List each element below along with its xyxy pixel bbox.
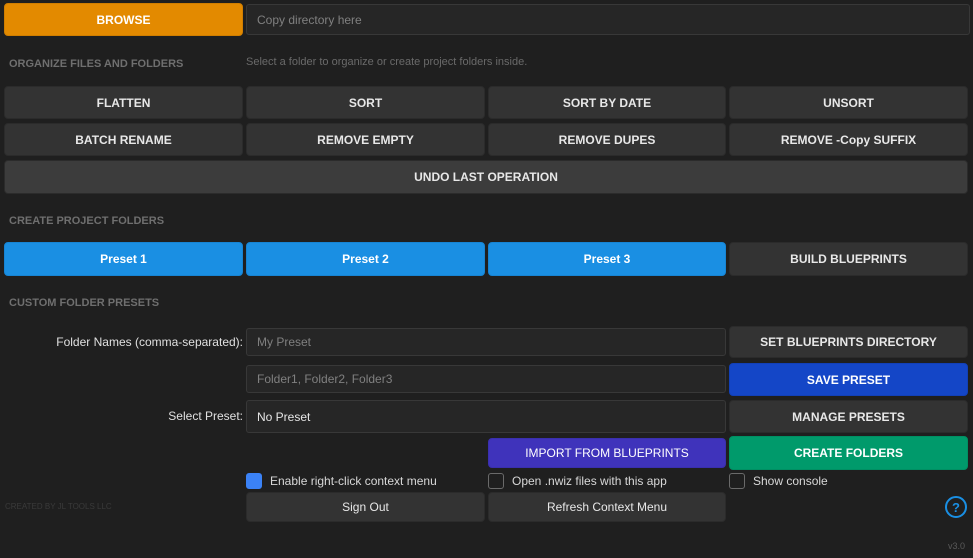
version-label: v3.0 <box>948 541 966 551</box>
preset-1-button[interactable]: Preset 1 <box>4 242 243 276</box>
folder-names-input[interactable] <box>246 365 726 393</box>
save-preset-button[interactable]: SAVE PRESET <box>729 363 968 396</box>
preset-2-button[interactable]: Preset 2 <box>246 242 485 276</box>
context-menu-checkbox[interactable] <box>246 473 262 489</box>
directory-input[interactable] <box>246 4 970 35</box>
folder-names-label: Folder Names (comma-separated): <box>56 335 243 349</box>
batch-rename-button[interactable]: BATCH RENAME <box>4 123 243 156</box>
context-menu-label: Enable right-click context menu <box>270 474 437 488</box>
sign-out-button[interactable]: Sign Out <box>246 492 485 522</box>
refresh-context-menu-button[interactable]: Refresh Context Menu <box>488 492 726 522</box>
sort-button[interactable]: SORT <box>246 86 485 119</box>
browse-button[interactable]: BROWSE <box>4 3 243 36</box>
build-blueprints-button[interactable]: BUILD BLUEPRINTS <box>729 242 968 276</box>
organize-hint: Select a folder to organize or create pr… <box>246 56 528 68</box>
unsort-button[interactable]: UNSORT <box>729 86 968 119</box>
help-icon[interactable]: ? <box>945 496 967 518</box>
show-console-label: Show console <box>753 474 828 488</box>
preset-name-input[interactable] <box>246 328 726 356</box>
remove-empty-button[interactable]: REMOVE EMPTY <box>246 123 485 156</box>
custom-section-title: CUSTOM FOLDER PRESETS <box>9 297 160 309</box>
help-icon-glyph: ? <box>952 499 960 515</box>
project-section-title: CREATE PROJECT FOLDERS <box>9 215 165 227</box>
preset-select[interactable]: No Preset <box>246 400 726 433</box>
remove-dupes-button[interactable]: REMOVE DUPES <box>488 123 726 156</box>
create-folders-button[interactable]: CREATE FOLDERS <box>729 436 968 470</box>
manage-presets-button[interactable]: MANAGE PRESETS <box>729 400 968 433</box>
nwiz-label: Open .nwiz files with this app <box>512 474 667 488</box>
import-from-blueprints-button[interactable]: IMPORT FROM BLUEPRINTS <box>488 438 726 468</box>
credit-text: CREATED BY JL TOOLS LLC <box>5 502 112 511</box>
undo-last-operation-button[interactable]: UNDO LAST OPERATION <box>4 160 968 194</box>
nwiz-checkbox[interactable] <box>488 473 504 489</box>
preset-3-button[interactable]: Preset 3 <box>488 242 726 276</box>
set-blueprints-directory-button[interactable]: SET BLUEPRINTS DIRECTORY <box>729 326 968 358</box>
sort-by-date-button[interactable]: SORT BY DATE <box>488 86 726 119</box>
show-console-checkbox[interactable] <box>729 473 745 489</box>
select-preset-label: Select Preset: <box>168 409 243 423</box>
remove-copy-suffix-button[interactable]: REMOVE -Copy SUFFIX <box>729 123 968 156</box>
preset-select-value: No Preset <box>257 409 311 424</box>
flatten-button[interactable]: FLATTEN <box>4 86 243 119</box>
organize-section-title: ORGANIZE FILES AND FOLDERS <box>9 58 184 70</box>
